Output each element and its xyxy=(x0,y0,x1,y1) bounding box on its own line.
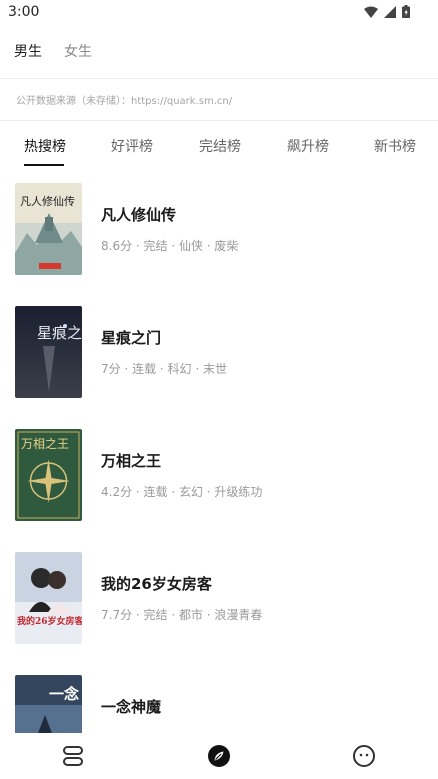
tab-completed[interactable]: 完结榜 xyxy=(199,136,241,156)
tab-male[interactable]: 男生 xyxy=(14,41,42,61)
divider xyxy=(0,78,438,79)
gender-tabs: 男生 女生 xyxy=(0,36,438,66)
book-item[interactable]: 星痕之门 星痕之门 7分 · 连载 · 科幻 · 末世 xyxy=(0,293,438,398)
status-time: 3:00 xyxy=(8,4,40,20)
bottom-nav xyxy=(0,733,438,779)
tab-rising[interactable]: 飙升榜 xyxy=(287,136,329,156)
book-cover: 万相之王 xyxy=(15,429,82,521)
book-title: 一念神魔 xyxy=(101,698,162,716)
book-title: 万相之王 xyxy=(101,452,162,470)
compass-icon xyxy=(208,745,230,767)
cover-title-text: 一念 xyxy=(49,685,79,703)
cover-title-text: 星痕之门 xyxy=(37,324,82,342)
book-meta: 7分 · 连载 · 科幻 · 末世 xyxy=(101,362,227,376)
book-item[interactable]: 一念 一念神魔 xyxy=(0,662,438,733)
book-title: 凡人修仙传 xyxy=(101,206,177,224)
signal-icon xyxy=(384,5,396,18)
tab-hot-search[interactable]: 热搜榜 xyxy=(24,136,66,156)
tab-top-rated[interactable]: 好评榜 xyxy=(111,136,153,156)
battery-icon xyxy=(402,5,410,18)
book-cover: 一念 xyxy=(15,675,82,733)
source-note: 公开数据来源（未存储）：https://quark.sm.cn/ xyxy=(16,96,233,107)
book-title: 星痕之门 xyxy=(101,329,162,347)
book-title: 我的26岁女房客 xyxy=(101,575,212,593)
cover-title-text: 万相之王 xyxy=(21,437,69,451)
bookshelf-icon xyxy=(63,746,83,766)
book-cover: 凡人修仙传 xyxy=(15,183,82,275)
nav-bookshelf[interactable] xyxy=(58,741,88,771)
wifi-icon xyxy=(364,6,378,18)
cover-title-text: 凡人修仙传 xyxy=(20,194,75,208)
tab-new-books[interactable]: 新书榜 xyxy=(374,136,416,156)
book-cover: 星痕之门 xyxy=(15,306,82,398)
divider xyxy=(0,120,438,121)
book-item[interactable]: 我的26岁女房客 我的26岁女房客 7.7分 · 完结 · 都市 · 浪漫青春 xyxy=(0,539,438,644)
face-icon xyxy=(353,745,375,767)
book-meta: 7.7分 · 完结 · 都市 · 浪漫青春 xyxy=(101,608,263,622)
book-item[interactable]: 凡人修仙传 凡人修仙传 8.6分 · 完结 · 仙侠 · 废柴 xyxy=(0,170,438,275)
nav-profile[interactable] xyxy=(349,741,379,771)
rank-tabs: 热搜榜 好评榜 完结榜 飙升榜 新书榜 xyxy=(0,124,438,168)
book-cover: 我的26岁女房客 xyxy=(15,552,82,644)
nav-discover[interactable] xyxy=(204,741,234,771)
status-icons xyxy=(364,5,410,18)
book-item[interactable]: 万相之王 万相之王 4.2分 · 连载 · 玄幻 · 升级练功 xyxy=(0,416,438,521)
cover-title-text: 我的26岁女房客 xyxy=(17,615,82,627)
book-list: 凡人修仙传 凡人修仙传 8.6分 · 完结 · 仙侠 · 废柴 星痕之门 星痕之… xyxy=(0,170,438,733)
book-meta: 8.6分 · 完结 · 仙侠 · 废柴 xyxy=(101,239,239,253)
book-meta: 4.2分 · 连载 · 玄幻 · 升级练功 xyxy=(101,485,263,499)
active-tab-indicator xyxy=(24,164,64,166)
status-bar: 3:00 xyxy=(0,0,438,26)
tab-female[interactable]: 女生 xyxy=(64,41,92,61)
